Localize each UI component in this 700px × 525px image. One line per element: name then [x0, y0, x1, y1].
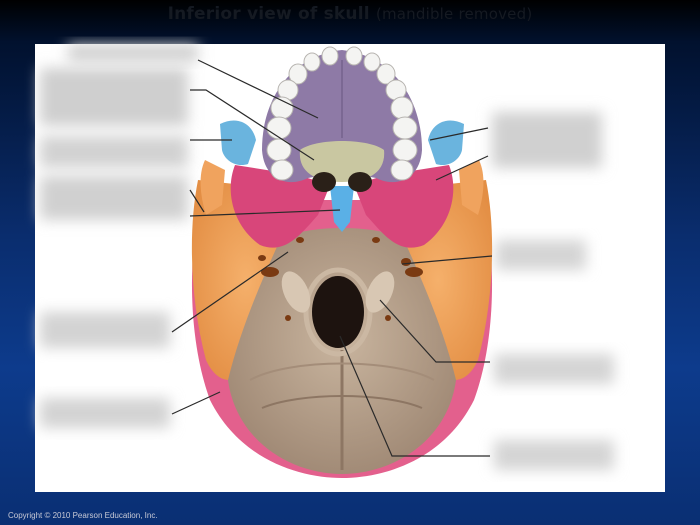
- foramen: [401, 258, 411, 266]
- label-box-right-1: [492, 112, 602, 168]
- label-box-left-3: [40, 136, 188, 168]
- label-box-left-5: [40, 312, 170, 348]
- foramen: [405, 267, 423, 277]
- hidden-label-boxes-right: [492, 112, 614, 470]
- label-box-left-6: [40, 398, 170, 428]
- foramen: [296, 237, 304, 243]
- zygomatic-bone-left: [220, 120, 256, 166]
- choana-right: [348, 172, 372, 192]
- foramen: [285, 315, 291, 321]
- skull-illustration: [191, 46, 493, 478]
- label-box-right-2: [496, 240, 586, 270]
- label-box-right-4: [494, 440, 614, 470]
- label-box-left-4: [40, 176, 188, 220]
- tooth: [390, 96, 414, 120]
- copyright-notice: Copyright © 2010 Pearson Education, Inc.: [8, 511, 158, 520]
- skull-diagram: [40, 44, 614, 478]
- tooth: [266, 116, 292, 140]
- label-box-left-2: [40, 68, 188, 126]
- tooth: [270, 159, 294, 181]
- tooth: [321, 46, 339, 66]
- tooth: [392, 138, 418, 162]
- tooth: [345, 46, 363, 66]
- hidden-label-boxes-left: [40, 44, 198, 428]
- choana-left: [312, 172, 336, 192]
- label-box-left-1: [68, 44, 198, 62]
- tooth: [390, 159, 414, 181]
- foramen: [258, 255, 266, 261]
- foramen: [385, 315, 391, 321]
- foramen: [372, 237, 380, 243]
- tooth: [392, 116, 418, 140]
- foramen-magnum: [312, 276, 364, 348]
- zygomatic-bone-right: [428, 120, 464, 166]
- label-box-right-3: [494, 354, 614, 384]
- tooth: [303, 52, 321, 72]
- tooth: [363, 52, 381, 72]
